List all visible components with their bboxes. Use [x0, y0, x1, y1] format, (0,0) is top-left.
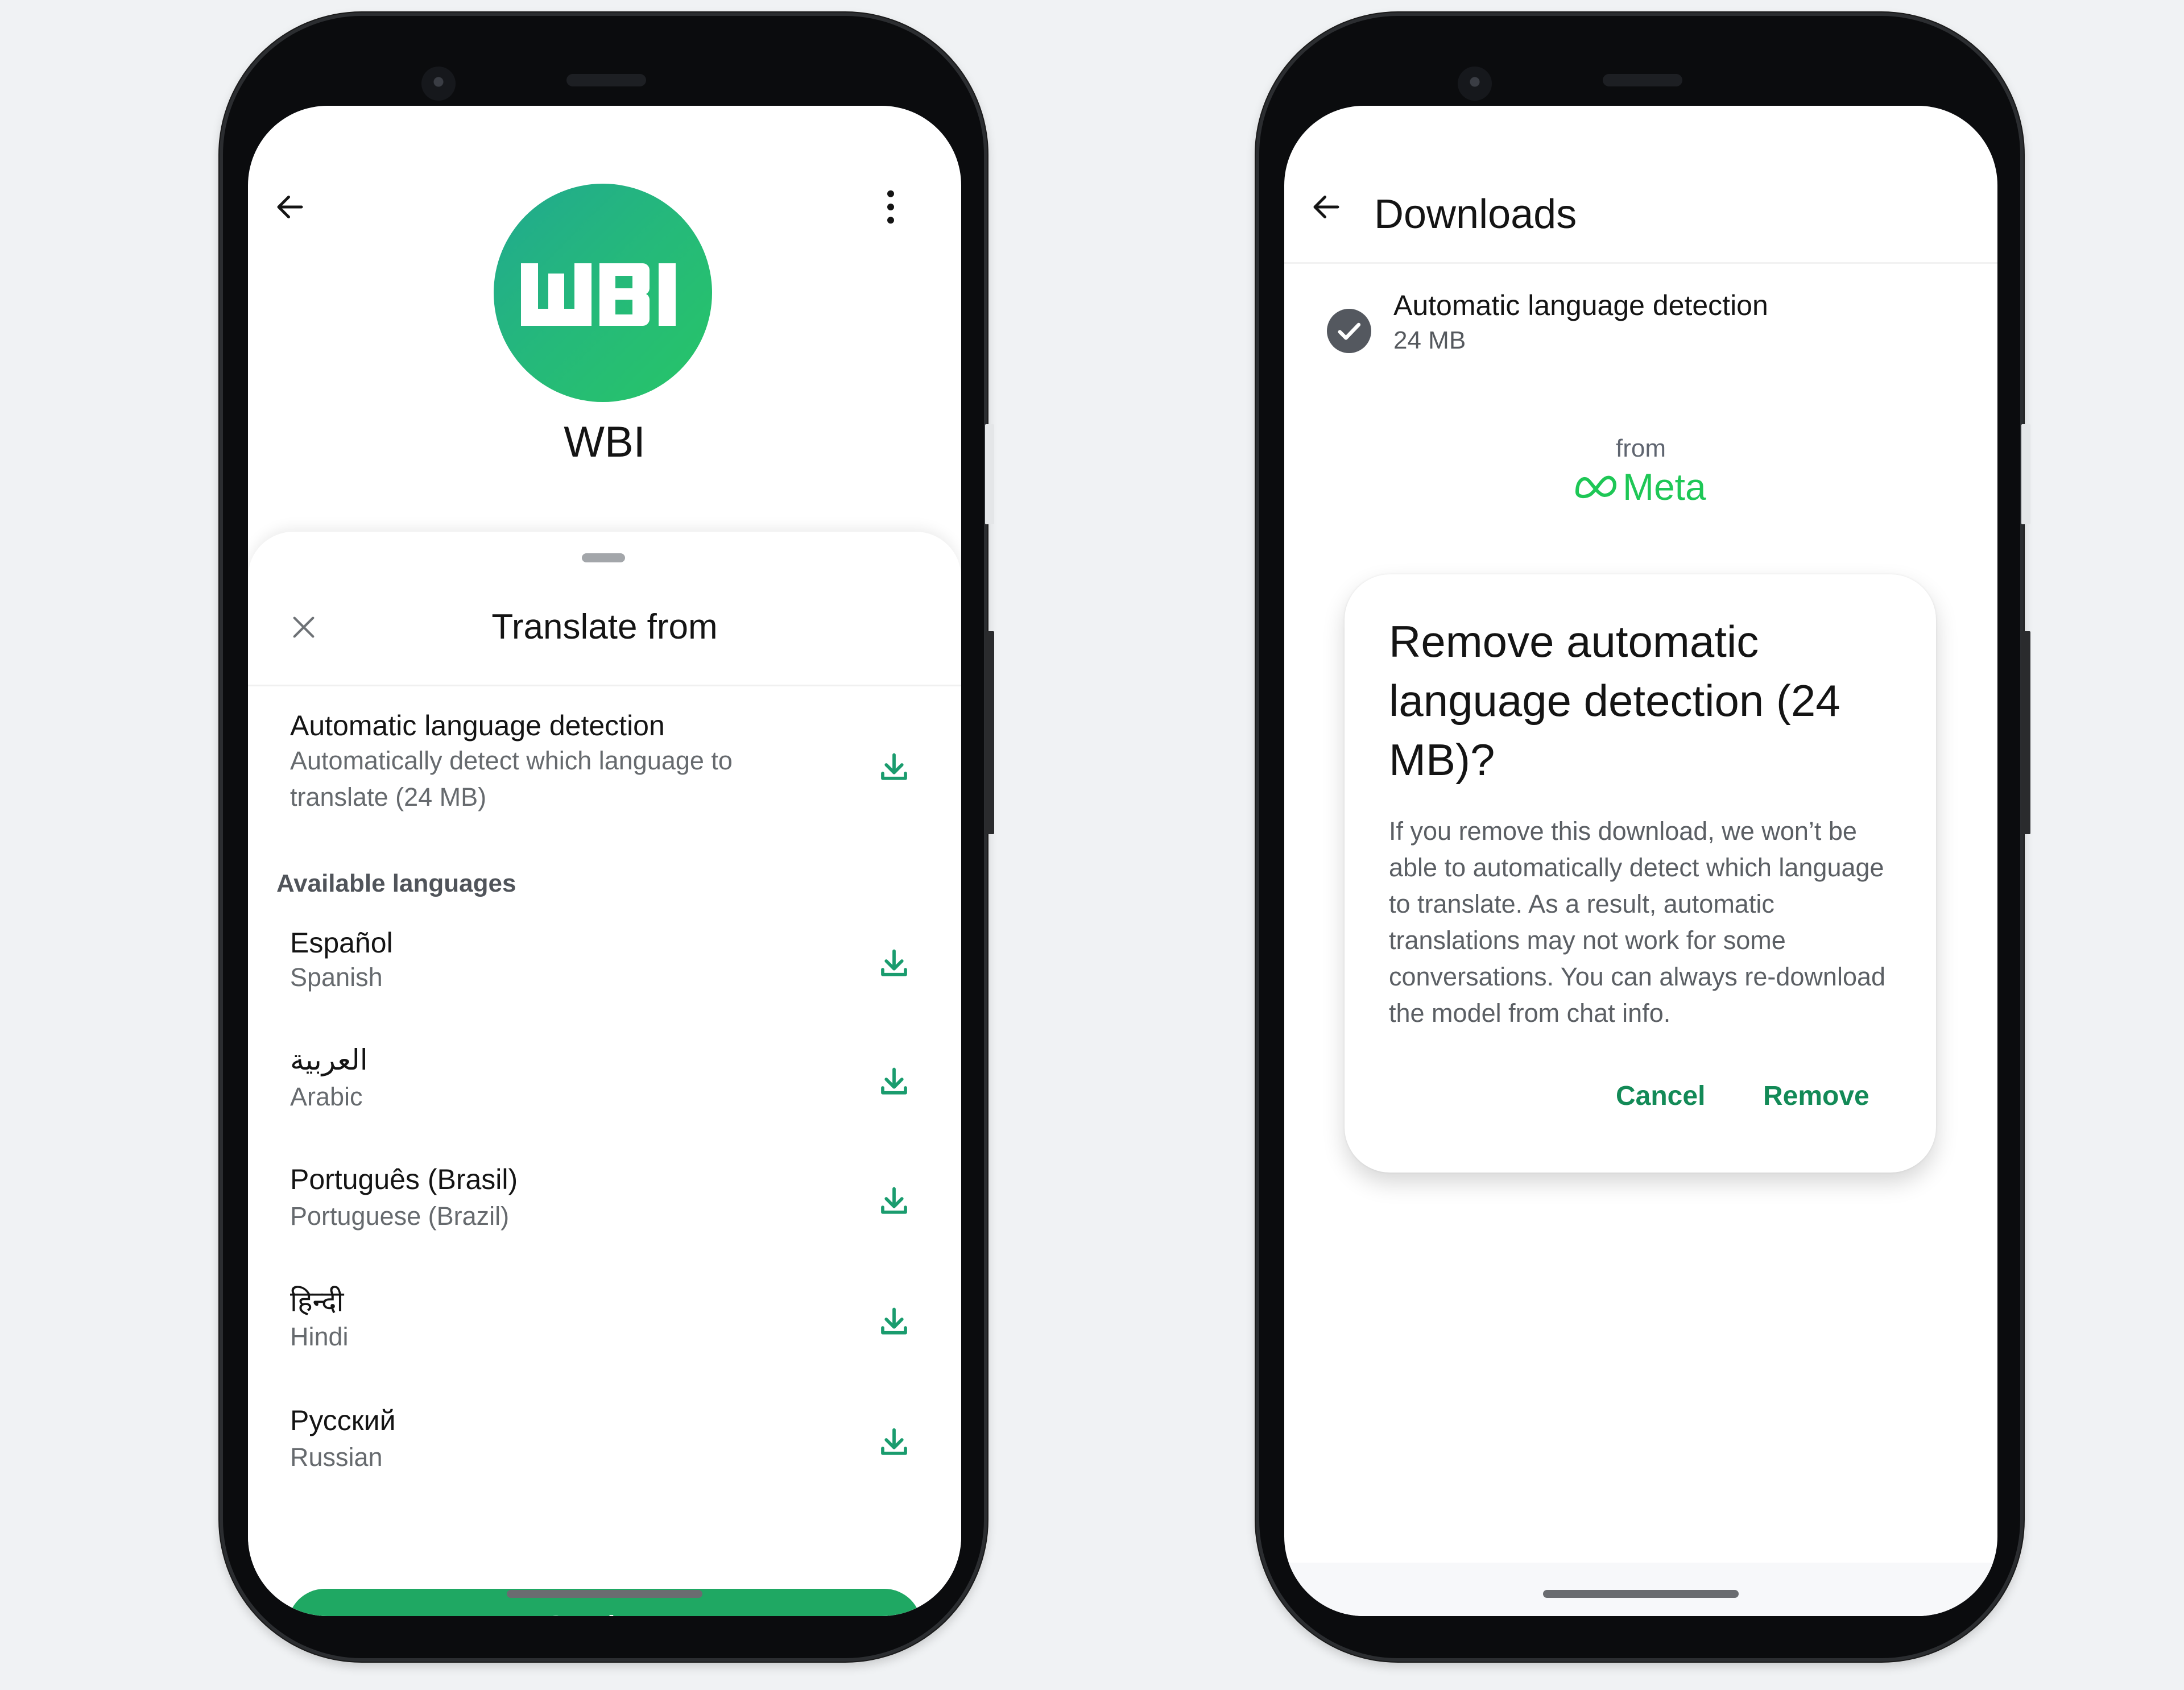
- download-icon[interactable]: [877, 947, 911, 981]
- from-label: from: [1616, 434, 1666, 462]
- language-row-arabic[interactable]: العربية Arabic: [248, 1028, 961, 1141]
- cancel-button[interactable]: Cancel: [1616, 1080, 1705, 1112]
- earpiece-speaker: [566, 74, 646, 86]
- arrow-left-icon[interactable]: [273, 190, 307, 224]
- volume-button: [985, 424, 994, 524]
- dialog-body: If you remove this download, we won’t be…: [1389, 817, 1886, 1028]
- sheet-title: Translate from: [491, 607, 718, 647]
- left-phone-frame: WBI Translate from Automatic language de…: [220, 13, 994, 1662]
- remove-download-dialog: Remove automatic language detection (24 …: [1345, 574, 1936, 1173]
- meta-infinity-logo: [1575, 475, 1616, 499]
- language-native-name: Русский: [290, 1405, 396, 1436]
- remove-button[interactable]: Remove: [1763, 1080, 1869, 1112]
- navigation-bar: [1284, 1563, 1997, 1616]
- language-native-name: Español: [290, 927, 393, 959]
- language-native-name: العربية: [290, 1044, 368, 1076]
- check-circle-icon: [1327, 309, 1371, 353]
- power-button: [985, 631, 994, 834]
- auto-detect-subtitle-line2: translate (24 MB): [290, 782, 487, 811]
- page-title: Downloads: [1374, 192, 1577, 237]
- language-row-portuguese[interactable]: Português (Brasil) Portuguese (Brazil): [248, 1146, 961, 1260]
- power-button: [2021, 631, 2030, 834]
- language-english-name: Arabic: [290, 1082, 363, 1111]
- available-languages-label: Available languages: [276, 869, 516, 897]
- left-screen: WBI Translate from Automatic language de…: [248, 106, 961, 1616]
- earpiece-speaker: [1603, 74, 1682, 86]
- arrow-left-icon[interactable]: [1309, 190, 1343, 224]
- sheet-header-divider: [248, 685, 961, 686]
- more-vertical-icon[interactable]: [879, 189, 902, 225]
- downloaded-model-row[interactable]: Automatic language detection 24 MB: [1284, 276, 1997, 373]
- language-native-name: Português (Brasil): [290, 1163, 518, 1195]
- auto-detect-row[interactable]: Automatic language detection Automatical…: [248, 688, 961, 836]
- auto-detect-title: Automatic language detection: [290, 710, 665, 742]
- language-english-name: Russian: [290, 1443, 383, 1472]
- dialog-title: Remove automatic language detection (24 …: [1389, 616, 1840, 785]
- download-item-size: 24 MB: [1393, 326, 1466, 354]
- front-camera: [1458, 67, 1492, 101]
- language-english-name: Spanish: [290, 963, 383, 992]
- profile-name: WBI: [564, 418, 646, 466]
- meta-brand: Meta: [1574, 465, 1706, 508]
- language-row-spanish[interactable]: Español Spanish: [248, 909, 961, 1023]
- sheet-drag-handle[interactable]: [582, 553, 625, 562]
- language-row-russian[interactable]: Русский Russian: [248, 1386, 961, 1500]
- volume-button: [2021, 424, 2030, 524]
- home-indicator[interactable]: [507, 1590, 702, 1598]
- download-icon[interactable]: [877, 751, 911, 785]
- wbi-logo-icon: [521, 263, 676, 326]
- download-icon[interactable]: [877, 1065, 911, 1099]
- language-native-name: हिन्दी: [290, 1286, 344, 1318]
- header-divider: [1284, 262, 1997, 264]
- download-icon[interactable]: [877, 1184, 911, 1219]
- auto-detect-subtitle: Automatically detect which language to t…: [290, 743, 733, 815]
- front-camera: [421, 67, 456, 101]
- home-indicator[interactable]: [1543, 1590, 1739, 1598]
- language-row-hindi[interactable]: हिन्दी Hindi: [248, 1266, 961, 1380]
- download-item-title: Automatic language detection: [1393, 289, 1768, 321]
- download-icon[interactable]: [877, 1305, 911, 1339]
- translate-from-sheet: Translate from Automatic language detect…: [248, 532, 961, 1616]
- right-screen: Downloads Automatic language detection 2…: [1284, 106, 1997, 1616]
- right-phone-frame: Downloads Automatic language detection 2…: [1256, 13, 2030, 1662]
- language-english-name: Portuguese (Brazil): [290, 1202, 510, 1231]
- profile-avatar: [494, 184, 712, 402]
- auto-detect-subtitle-line1: Automatically detect which language to: [290, 746, 733, 775]
- download-icon[interactable]: [877, 1426, 911, 1460]
- language-english-name: Hindi: [290, 1322, 349, 1351]
- meta-brand-name: Meta: [1623, 466, 1706, 508]
